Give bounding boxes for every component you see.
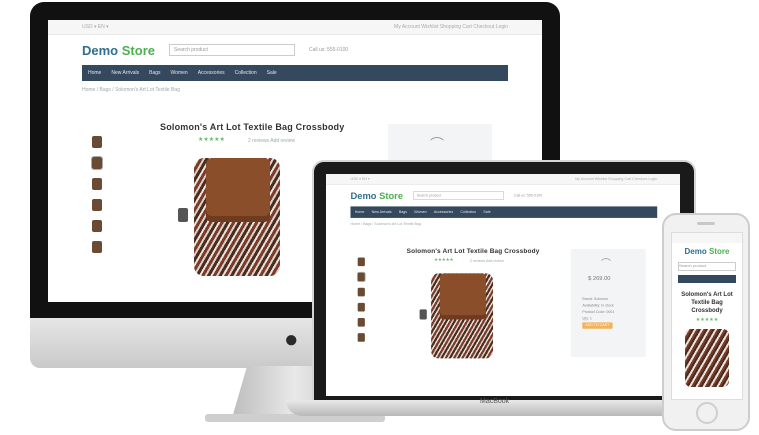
laptop-site: USD ▾ EN ▾ My Account Wishlist Shopping … bbox=[326, 174, 680, 377]
thumbnail[interactable] bbox=[356, 271, 366, 282]
product-price: $ 269.00 bbox=[588, 274, 611, 282]
account-links[interactable]: My Account Wishlist Shopping Cart Checko… bbox=[575, 177, 657, 181]
nav-item[interactable]: Sale bbox=[483, 210, 490, 214]
thumbnail-list bbox=[91, 136, 106, 262]
product-title: Solomon's Art Lot Textile Bag Crossbody bbox=[406, 247, 540, 255]
nav-item[interactable]: Bags bbox=[399, 210, 407, 214]
nav-item[interactable]: Home bbox=[355, 210, 365, 214]
product-info: Brand: Solomon Availability: In stock Pr… bbox=[582, 296, 640, 329]
search-input[interactable]: Search product bbox=[678, 262, 736, 271]
nav-item[interactable]: Accessories bbox=[434, 210, 453, 214]
add-to-cart-button[interactable]: ADD TO CART bbox=[582, 322, 613, 329]
header: Demo Store Search product Call us: 555-0… bbox=[48, 35, 542, 65]
product-title: Solomon's Art Lot Textile Bag Crossbody bbox=[160, 122, 345, 132]
thumbnail[interactable] bbox=[357, 302, 365, 312]
laptop-brand: MacBook bbox=[480, 398, 510, 405]
thumbnail[interactable] bbox=[357, 257, 365, 267]
main-nav: Home New Arrivals Bags Women Accessories… bbox=[350, 206, 658, 218]
nav-item[interactable]: Home bbox=[88, 70, 101, 76]
thumbnail[interactable] bbox=[92, 178, 102, 190]
bag-flap bbox=[206, 158, 270, 222]
bag-tag bbox=[178, 208, 188, 222]
product-title: Solomon's Art Lot Textile Bag Crossbody bbox=[681, 292, 733, 314]
main-nav: Home New Arrivals Bags Women Accessories… bbox=[82, 65, 508, 81]
thumbnail-list bbox=[356, 257, 368, 349]
breadcrumb[interactable]: Home / Bags / Solomon's Art Lot Textile … bbox=[48, 81, 542, 99]
bag-tag bbox=[419, 309, 427, 320]
account-links[interactable]: My Account Wishlist Shopping Cart Checko… bbox=[394, 24, 508, 30]
nav-item[interactable]: Women bbox=[414, 210, 426, 214]
store-logo[interactable]: Demo Store bbox=[82, 43, 155, 58]
thumbnail[interactable] bbox=[357, 287, 365, 297]
reviews-link[interactable]: 2 reviews Add review bbox=[248, 138, 295, 144]
reviews-link[interactable]: 2 reviews Add review bbox=[470, 259, 504, 263]
bag-flap bbox=[439, 273, 486, 320]
thumbnail[interactable] bbox=[91, 156, 103, 170]
currency-language[interactable]: USD ▾ EN ▾ bbox=[350, 177, 369, 181]
top-bar: USD ▾ EN ▾ My Account Wishlist Shopping … bbox=[326, 174, 680, 185]
product-image[interactable] bbox=[685, 329, 729, 387]
rating-stars: ★★★★★ bbox=[434, 258, 454, 263]
search-input[interactable]: Search product bbox=[168, 44, 295, 56]
thumbnail[interactable] bbox=[92, 241, 102, 253]
nav-item[interactable]: Bags bbox=[149, 70, 160, 76]
store-logo[interactable]: Demo Store bbox=[350, 190, 403, 201]
thumbnail[interactable] bbox=[357, 318, 365, 327]
header: Demo Store Search product Call us: 555-0… bbox=[326, 185, 680, 207]
home-button[interactable] bbox=[696, 402, 718, 424]
contact-info: Call us: 555-0100 bbox=[513, 193, 543, 198]
nav-item[interactable]: Collection bbox=[460, 210, 476, 214]
store-logo[interactable]: Demo Store bbox=[672, 243, 742, 260]
main-nav[interactable] bbox=[678, 275, 736, 283]
hanger-icon: ⌒ bbox=[601, 257, 612, 270]
search-input[interactable]: Search product bbox=[413, 191, 504, 200]
thumbnail[interactable] bbox=[357, 333, 365, 342]
nav-item[interactable]: Accessories bbox=[198, 70, 225, 76]
thumbnail[interactable] bbox=[92, 220, 102, 232]
phone-speaker bbox=[697, 222, 715, 225]
phone-status-bar bbox=[672, 233, 742, 243]
apple-logo-icon: ● bbox=[284, 326, 299, 353]
phone-screen: Demo Store Search product Solomon's Art … bbox=[671, 232, 743, 400]
nav-item[interactable]: New Arrivals bbox=[111, 70, 139, 76]
nav-item[interactable]: Sale bbox=[267, 70, 277, 76]
top-bar: USD ▾ EN ▾ My Account Wishlist Shopping … bbox=[48, 20, 542, 35]
nav-item[interactable]: Women bbox=[171, 70, 188, 76]
thumbnail[interactable] bbox=[92, 199, 102, 211]
hanger-icon: ⌒ bbox=[430, 136, 444, 152]
laptop-screen: USD ▾ EN ▾ My Account Wishlist Shopping … bbox=[326, 174, 680, 396]
currency-language[interactable]: USD ▾ EN ▾ bbox=[82, 24, 109, 30]
breadcrumb[interactable]: Home / Bags / Solomon's Art Lot Textile … bbox=[326, 218, 680, 231]
nav-item[interactable]: Collection bbox=[235, 70, 257, 76]
thumbnail[interactable] bbox=[92, 136, 102, 148]
rating-stars: ★★★★★ bbox=[198, 137, 225, 143]
contact-info: Call us: 555-0100 bbox=[308, 47, 349, 53]
rating-stars: ★★★★★ bbox=[695, 317, 719, 323]
nav-item[interactable]: New Arrivals bbox=[372, 210, 392, 214]
